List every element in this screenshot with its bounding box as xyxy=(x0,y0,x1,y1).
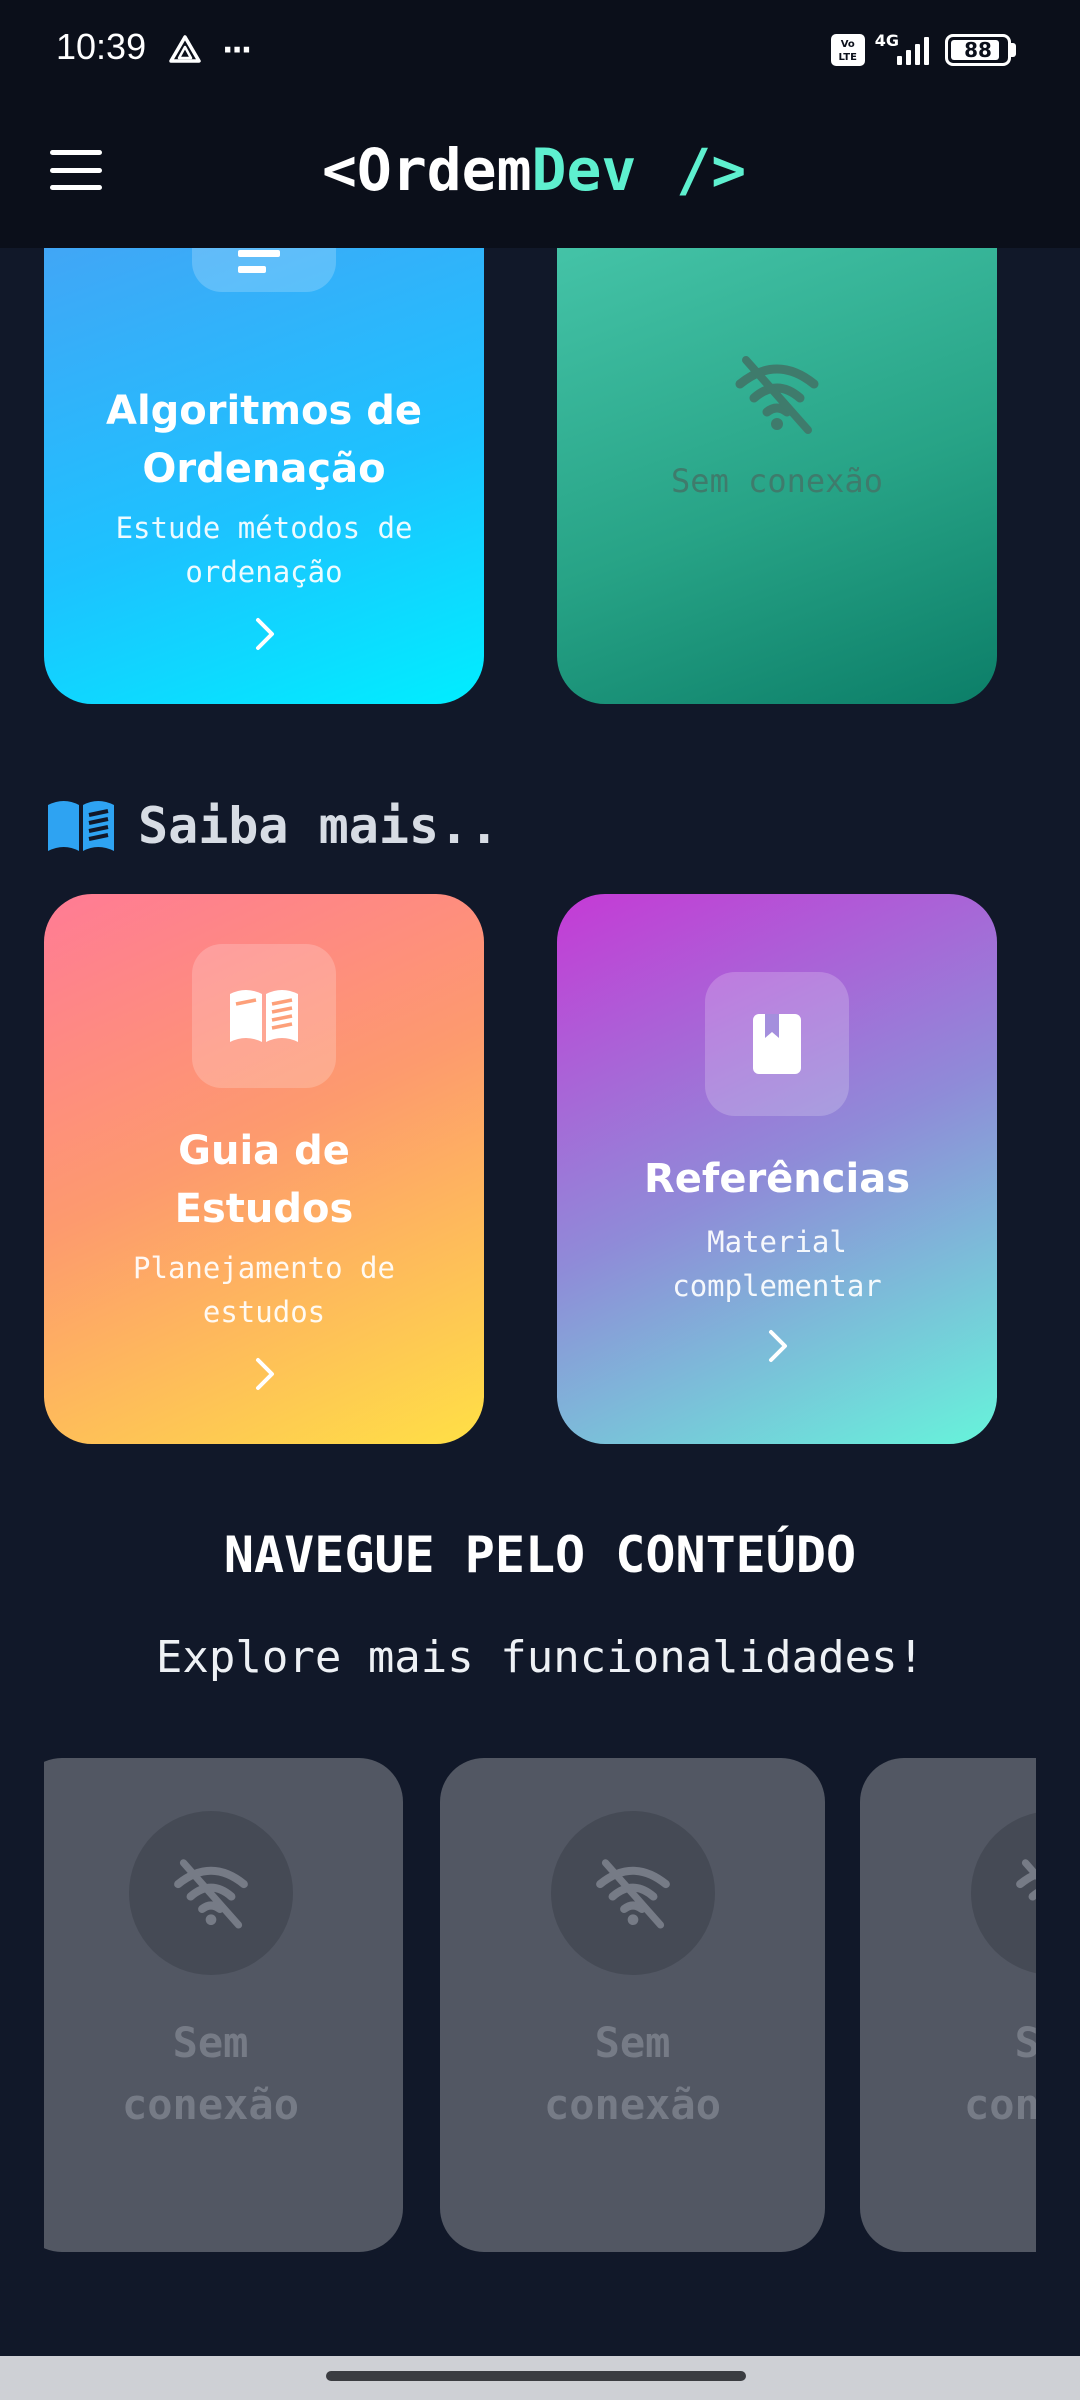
logo-close-tag: /> xyxy=(676,136,747,204)
chevron-right-icon xyxy=(769,1330,787,1362)
algoritmos-subtitle: Estude métodos de ordenação xyxy=(115,511,413,589)
bookmark-book-icon xyxy=(753,1014,801,1074)
algoritmos-title: Algoritmos de Ordenação xyxy=(106,388,422,492)
navegue-subtitle: Explore mais funcionalidades! xyxy=(155,1632,925,1683)
feature-icon-circle xyxy=(550,1811,715,1975)
feature-card[interactable]: Sem conexão xyxy=(440,1758,825,2252)
referencias-card[interactable]: Referências Material complementar xyxy=(557,894,997,1444)
saiba-mais-heading: Saiba mais.. xyxy=(44,792,499,860)
hamburger-menu-icon[interactable] xyxy=(50,150,102,190)
feature-text: Sem conexão xyxy=(543,2018,721,2129)
guia-subtitle: Planejamento de estudos xyxy=(133,1251,395,1329)
chevron-right-icon xyxy=(256,618,274,650)
battery-level: 88 xyxy=(964,38,992,62)
wifi-off-icon xyxy=(595,1859,670,1929)
offline-text: Sem conexão xyxy=(671,462,883,500)
network-type-label: 4G xyxy=(874,30,899,50)
status-system-icons: Vo LTE 4G 88 xyxy=(830,28,1016,72)
open-book-icon xyxy=(48,801,114,851)
gesture-navigation-bar xyxy=(0,2356,1080,2400)
saiba-mais-title: Saiba mais.. xyxy=(138,797,500,855)
home-gesture-handle[interactable] xyxy=(326,2371,746,2381)
logo-word-ordem: Ordem xyxy=(356,136,532,204)
logo-bracket: < xyxy=(322,136,357,204)
signal-icon xyxy=(897,37,929,65)
volte-icon: Vo LTE xyxy=(830,34,865,66)
feature-text: Sem conexão xyxy=(963,2018,1036,2129)
battery-icon: 88 xyxy=(945,34,1016,66)
wifi-off-icon xyxy=(1015,1859,1036,1901)
navegue-title: NAVEGUE PELO CONTEÚDO xyxy=(223,1526,857,1584)
open-book-icon xyxy=(230,990,298,1042)
more-notifications-icon: ··· xyxy=(222,32,252,68)
algoritmos-card[interactable]: Algoritmos de Ordenação Estude métodos d… xyxy=(44,248,484,704)
referencias-title: Referências xyxy=(643,1156,910,1202)
app-logo: < Ordem Dev /> xyxy=(322,132,746,208)
chevron-right-icon xyxy=(256,1358,274,1390)
features-carousel[interactable]: Sem conexão Sem conexão Sem conexão xyxy=(44,1758,1036,2254)
offline-card[interactable]: Sem conexão xyxy=(557,248,997,704)
status-notification-icons: ··· xyxy=(168,30,252,70)
feature-card[interactable]: Sem conexão xyxy=(44,1758,403,2252)
feature-icon-circle xyxy=(128,1811,293,1975)
feature-card[interactable]: Sem conexão xyxy=(860,1758,1036,2252)
wifi-off-icon xyxy=(173,1859,248,1929)
logo-word-dev: Dev xyxy=(531,136,637,204)
referencias-icon-box xyxy=(705,972,849,1116)
feature-text: Sem conexão xyxy=(121,2018,299,2129)
guia-icon-box xyxy=(192,944,336,1088)
algoritmos-icon-box xyxy=(192,248,336,292)
app-header: < Ordem Dev /> xyxy=(0,100,1080,248)
drive-notification-icon xyxy=(169,35,201,63)
status-time: 10:39 xyxy=(56,26,147,67)
guia-estudos-card[interactable]: Guia de Estudos Planejamento de estudos xyxy=(44,894,484,1444)
guia-title: Guia de Estudos xyxy=(174,1128,354,1232)
referencias-subtitle: Material complementar xyxy=(672,1225,882,1303)
wifi-off-icon xyxy=(735,356,819,434)
feature-icon-circle xyxy=(970,1811,1036,1975)
status-bar: 10:39 ··· Vo LTE 4G 88 xyxy=(0,0,1080,100)
sort-lines-icon xyxy=(238,250,280,273)
